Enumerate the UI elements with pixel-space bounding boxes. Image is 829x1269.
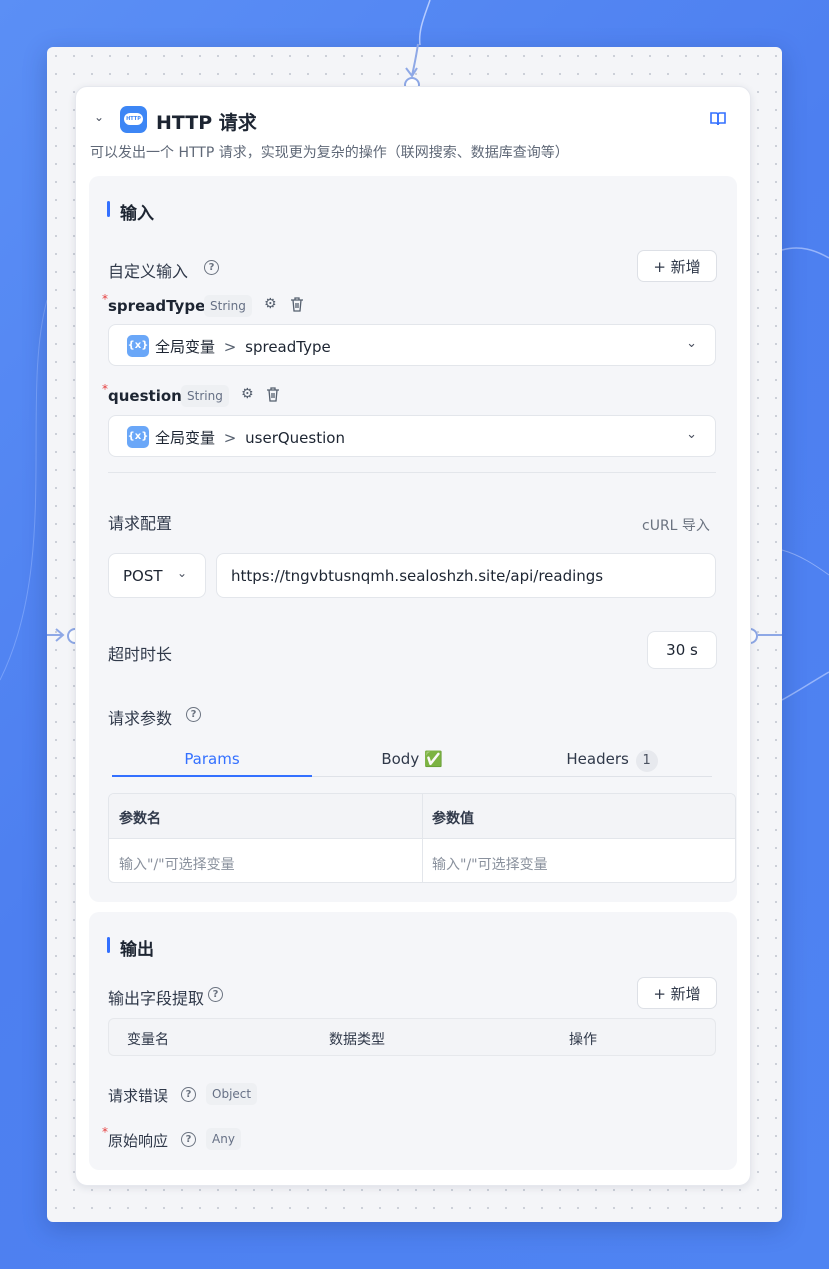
active-tab-indicator <box>112 775 312 777</box>
help-icon[interactable]: ? <box>181 1087 196 1102</box>
output-table-header: 变量名 数据类型 操作 <box>108 1018 716 1056</box>
input-section-title: 输入 <box>120 204 154 224</box>
node-description: 可以发出一个 HTTP 请求，实现更为复杂的操作（联网搜索、数据库查询等） <box>90 145 569 161</box>
output-extract-label: 输出字段提取 <box>108 989 205 1008</box>
variable-path: 全局变量 > userQuestion <box>155 429 345 447</box>
method-select[interactable]: POST ⌄ <box>108 553 206 598</box>
request-params-label: 请求参数 <box>108 709 173 728</box>
timeout-input[interactable]: 30 s <box>647 631 717 669</box>
tab-params[interactable]: Params <box>112 750 312 768</box>
url-input[interactable]: https://tngvbtusnqmh.sealoshzh.site/api/… <box>216 553 716 598</box>
timeout-label: 超时时长 <box>108 645 173 664</box>
column-header-action: 操作 <box>569 1032 597 1048</box>
method-value: POST <box>123 567 163 585</box>
custom-input-label: 自定义输入 <box>108 262 189 281</box>
headers-count-badge: 1 <box>635 750 658 772</box>
variable-icon: {x} <box>127 426 149 448</box>
help-icon[interactable]: ? <box>204 260 219 275</box>
divider <box>108 472 716 473</box>
params-table: 参数名 参数值 输入"/"可选择变量 输入"/"可选择变量 <box>108 793 736 883</box>
tab-headers[interactable]: Headers 1 <box>512 750 712 772</box>
tab-body[interactable]: Body ✅ <box>312 750 512 768</box>
add-input-button[interactable]: + 新增 <box>637 250 717 282</box>
param-name-input[interactable]: 输入"/"可选择变量 <box>119 854 235 874</box>
node-title: HTTP 请求 <box>156 112 257 134</box>
check-badge-icon: ✅ <box>423 750 443 768</box>
add-output-button[interactable]: + 新增 <box>637 977 717 1009</box>
left-connector-arrow <box>47 628 65 642</box>
top-connector-arrow <box>405 43 419 78</box>
output-item-name: 原始响应 <box>108 1132 169 1150</box>
field-name-spreadtype: spreadType <box>108 297 206 315</box>
chevron-down-icon: ⌄ <box>177 566 188 580</box>
trash-icon[interactable] <box>290 297 304 312</box>
section-accent-bar <box>107 201 110 217</box>
column-divider <box>422 794 423 882</box>
type-tag: Any <box>206 1128 241 1150</box>
help-icon[interactable]: ? <box>186 707 201 722</box>
output-item-name: 请求错误 <box>108 1087 169 1105</box>
collapse-chevron-icon[interactable]: ⌄ <box>94 110 104 124</box>
help-icon[interactable]: ? <box>181 1132 196 1147</box>
variable-select-spreadtype[interactable]: {x} 全局变量 > spreadType ⌄ <box>108 324 716 366</box>
chevron-down-icon: ⌄ <box>686 427 697 442</box>
output-section-title: 输出 <box>120 940 154 960</box>
field-name-question: question <box>108 387 182 405</box>
trash-icon[interactable] <box>266 387 280 402</box>
settings-icon[interactable]: ⚙ <box>264 296 277 312</box>
curl-import-link[interactable]: cURL 导入 <box>642 515 710 535</box>
settings-icon[interactable]: ⚙ <box>241 386 254 402</box>
section-accent-bar <box>107 937 110 953</box>
column-header-value: 参数值 <box>432 811 474 827</box>
type-tag: Object <box>206 1083 258 1105</box>
variable-icon: {x} <box>127 335 149 357</box>
chevron-down-icon: ⌄ <box>686 336 697 351</box>
right-connector-line <box>758 634 782 636</box>
variable-select-question[interactable]: {x} 全局变量 > userQuestion ⌄ <box>108 415 716 457</box>
url-value: https://tngvbtusnqmh.sealoshzh.site/api/… <box>231 567 604 585</box>
param-value-input[interactable]: 输入"/"可选择变量 <box>432 854 548 874</box>
column-header-data-type: 数据类型 <box>329 1032 385 1048</box>
type-tag: String <box>204 295 252 317</box>
request-config-label: 请求配置 <box>108 514 173 533</box>
book-icon[interactable] <box>709 111 727 127</box>
column-header-name: 参数名 <box>119 811 161 827</box>
variable-path: 全局变量 > spreadType <box>155 338 331 356</box>
http-icon: HTTP <box>120 106 147 133</box>
type-tag: String <box>181 385 229 407</box>
help-icon[interactable]: ? <box>208 987 223 1002</box>
column-header-var-name: 变量名 <box>127 1032 169 1048</box>
